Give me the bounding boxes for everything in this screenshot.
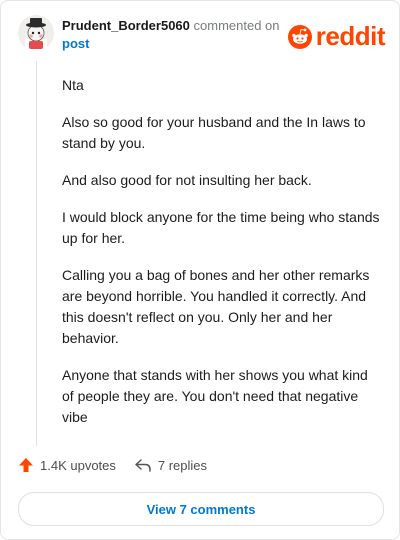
- comment-paragraph: Nta: [62, 77, 84, 93]
- replies-button[interactable]: 7 replies: [134, 457, 207, 473]
- reply-count: 7 replies: [157, 457, 208, 473]
- comment-paragraph: Calling you a bag of bones and her other…: [62, 267, 370, 346]
- reply-arrow-icon: [135, 459, 151, 472]
- avatar-icon: [18, 15, 54, 51]
- view-comments-button[interactable]: View 7 comments: [18, 492, 384, 526]
- reddit-snoo-icon: [287, 24, 312, 49]
- comment-paragraph: Also so good for your husband and the In…: [62, 114, 366, 151]
- comment-header: Prudent_Border5060 commented on post red…: [18, 13, 386, 53]
- thread-line: [36, 61, 37, 446]
- upvote-arrow-icon: [19, 458, 33, 472]
- upvote-count: 1.4K upvotes: [40, 457, 116, 473]
- username[interactable]: Prudent_Border5060: [62, 18, 190, 33]
- comment-meta: Prudent_Border5060 commented on post: [62, 17, 280, 53]
- post-link[interactable]: post: [62, 35, 280, 53]
- avatar[interactable]: [18, 15, 54, 51]
- reddit-logo: reddit: [287, 21, 386, 52]
- reddit-wordmark: reddit: [315, 21, 386, 51]
- upvote-button[interactable]: 1.4K upvotes: [18, 457, 116, 473]
- comment-actions: 1.4K upvotes 7 replies: [18, 457, 225, 473]
- comment-paragraph: I would block anyone for the time being …: [62, 209, 380, 246]
- comment-paragraph: Anyone that stands with her shows you wh…: [62, 367, 368, 425]
- comment-body: Nta Also so good for your husband and th…: [62, 75, 380, 444]
- commented-on-text: commented on: [193, 18, 280, 33]
- comment-card: Prudent_Border5060 commented on post red…: [0, 0, 400, 540]
- comment-paragraph: And also good for not insulting her back…: [62, 172, 312, 188]
